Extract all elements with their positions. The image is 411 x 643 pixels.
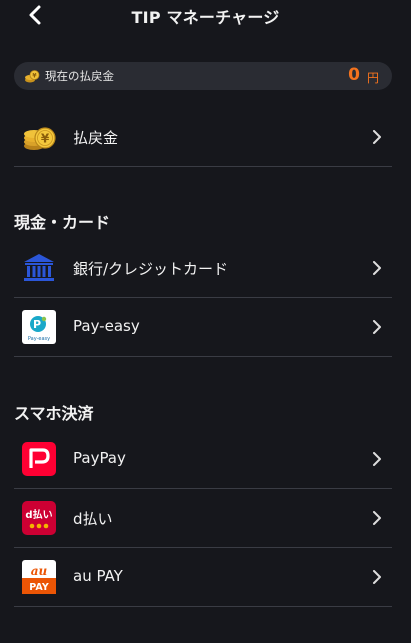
balance-pill: ¥ 現在の払戻金 0 円 [14, 62, 392, 90]
bank-icon [24, 254, 54, 281]
chevron-right-icon [373, 320, 381, 334]
payeasy-icon: P Pay-easy [22, 310, 56, 344]
dpay-row[interactable]: d払い d払い [14, 489, 392, 547]
chevron-right-icon [373, 511, 381, 525]
dpay-label: d払い [73, 510, 113, 528]
balance-label: 現在の払戻金 [45, 69, 114, 83]
payeasy-label: Pay-easy [73, 317, 140, 335]
aupay-row[interactable]: au PAY au PAY [14, 548, 392, 606]
divider [14, 166, 392, 167]
coin-stack-icon: ¥ [24, 127, 56, 150]
bank-credit-label: 銀行/クレジットカード [73, 260, 229, 278]
paypay-row[interactable]: PayPay [14, 430, 392, 488]
page-title: TIP マネーチャージ [131, 8, 280, 27]
svg-text:au: au [31, 564, 48, 578]
section-title-mobile-payment: スマホ決済 [14, 404, 94, 423]
svg-text:Pay-easy: Pay-easy [28, 336, 50, 342]
aupay-icon: au PAY [22, 560, 56, 594]
svg-text:P: P [33, 318, 41, 331]
balance-unit: 円 [366, 71, 379, 85]
divider [14, 606, 392, 607]
coin-stack-icon: ¥ [25, 70, 40, 83]
chevron-right-icon [373, 130, 381, 144]
refund-row[interactable]: ¥ 払戻金 [14, 108, 392, 166]
chevron-right-icon [373, 570, 381, 584]
payeasy-row[interactable]: P Pay-easy Pay-easy [14, 298, 392, 356]
divider [14, 356, 392, 357]
chevron-right-icon [373, 261, 381, 275]
svg-text:PAY: PAY [29, 582, 49, 593]
balance-amount: 0 [348, 65, 360, 85]
aupay-label: au PAY [73, 567, 123, 585]
paypay-label: PayPay [73, 449, 126, 467]
bank-credit-row[interactable]: 銀行/クレジットカード [14, 239, 392, 297]
refund-label: 払戻金 [73, 129, 119, 147]
dpay-icon: d払い [22, 501, 56, 535]
svg-text:¥: ¥ [41, 132, 50, 146]
header-bar: TIP マネーチャージ [0, 0, 411, 30]
chevron-right-icon [373, 452, 381, 466]
svg-text:d払い: d払い [25, 508, 52, 521]
paypay-icon [22, 442, 56, 476]
section-title-cash-card: 現金・カード [14, 213, 111, 232]
